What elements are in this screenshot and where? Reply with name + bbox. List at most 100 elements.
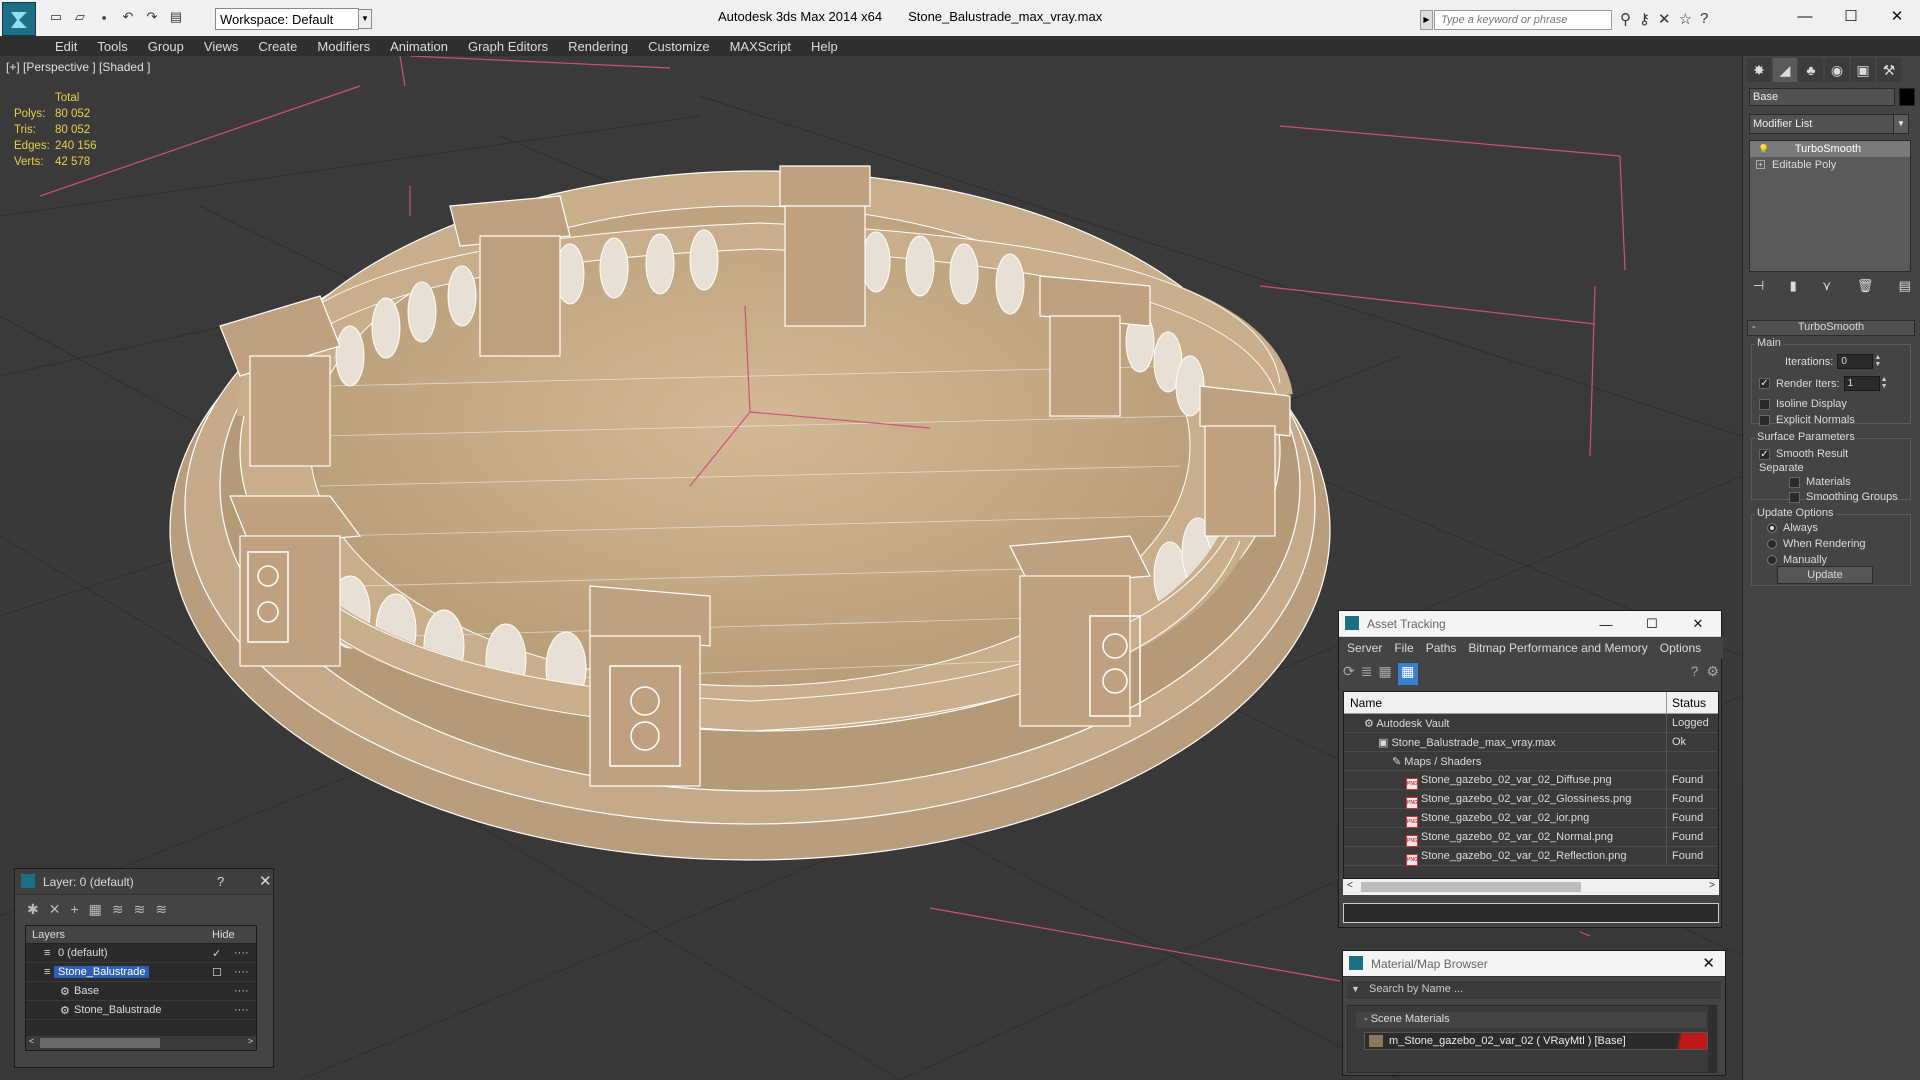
create-tab-icon[interactable]: ✸ [1747,58,1771,82]
make-unique-icon[interactable]: ⋎ [1822,278,1832,300]
scroll-left-icon[interactable]: < [1347,880,1353,891]
refresh-icon[interactable]: ⟳ [1343,663,1355,685]
layer-scrollbar[interactable]: < > [26,1036,256,1050]
table-view-icon[interactable]: ▦ [1397,663,1418,685]
material-list-scrollbar[interactable] [1708,1006,1716,1072]
remove-modifier-icon[interactable]: 🗑 [1857,278,1874,300]
layer-row[interactable]: ⚙ Stone_Balustrade ···· [26,1001,256,1020]
hide-box-icon[interactable]: ☐ [212,966,222,979]
menu-item-tools[interactable]: Tools [97,39,127,54]
object-name-field[interactable]: Base [1749,88,1895,106]
help-icon[interactable]: ? [1700,10,1708,28]
asset-row[interactable]: PNG Stone_gazebo_02_var_02_Normal.png Foun… [1344,828,1718,847]
select-objects-icon[interactable]: ▦ [89,901,102,918]
smooth-result-checkbox[interactable]: ✓ [1759,448,1770,460]
menu-item-maxscript[interactable]: MAXScript [730,39,791,54]
configure-sets-icon[interactable]: ▤ [1899,278,1911,300]
scroll-left-icon[interactable]: < [29,1036,34,1046]
spinner-arrows-icon[interactable]: ▲ ▼ [1873,354,1882,369]
minimize-icon[interactable]: — [1583,611,1629,637]
scene-materials-group[interactable]: - Scene Materials [1356,1012,1706,1028]
help-icon[interactable]: ? [217,874,224,889]
viewport-label[interactable]: [+] [Perspective ] [Shaded ] [6,60,150,74]
menu-item-graph-editors[interactable]: Graph Editors [468,39,548,54]
scroll-thumb[interactable] [1361,882,1581,892]
asset-row[interactable]: ✎ Maps / Shaders [1344,752,1718,771]
smoothing-groups-checkbox[interactable] [1789,491,1800,503]
asset-path-field[interactable] [1343,903,1719,923]
asset-scrollbar[interactable]: < > [1343,879,1719,895]
isoline-checkbox[interactable] [1759,398,1770,410]
project-folder-icon[interactable]: ▤ [166,8,186,26]
redo-icon[interactable]: ↷ [142,8,162,26]
highlight-layer-icon[interactable]: ≋ [112,901,124,918]
asset-row[interactable]: PNG Stone_gazebo_02_var_02_Diffuse.png Fou… [1344,771,1718,790]
close-icon[interactable]: ✕ [1702,954,1715,972]
scroll-right-icon[interactable]: > [1709,880,1715,891]
asset-menu-bitmap-performance-and-memory[interactable]: Bitmap Performance and Memory [1468,641,1647,659]
list-view-icon[interactable]: ≣ [1361,663,1373,685]
display-tab-icon[interactable]: ▣ [1851,58,1875,82]
expand-icon[interactable]: + [1756,160,1765,169]
render-iters-checkbox[interactable]: ✓ [1759,378,1770,389]
col-hide[interactable]: Hide [212,929,235,941]
update-button[interactable]: Update [1777,566,1873,584]
asset-menu-server[interactable]: Server [1347,641,1382,659]
asset-menu-options[interactable]: Options [1660,641,1701,659]
open-file-icon[interactable]: ▱ [70,8,90,26]
asset-row[interactable]: PNG Stone_gazebo_02_var_02_Glossiness.png… [1344,790,1718,809]
keyword-search-input[interactable]: Type a keyword or phrase [1434,10,1612,30]
key-icon[interactable]: ⚷ [1639,10,1650,28]
asset-tracking-header[interactable]: Asset Tracking — ☐ ✕ [1339,611,1721,637]
new-file-icon[interactable]: ▭ [46,8,66,26]
freeze-dots-icon[interactable]: ···· [234,985,249,997]
lightbulb-icon[interactable]: 💡 [1758,144,1769,155]
layer-row[interactable]: ≡ Stone_Balustrade ☐ ···· [26,963,256,982]
new-layer-icon[interactable]: ✱ [27,901,39,918]
motion-tab-icon[interactable]: ◉ [1825,58,1849,82]
app-logo-icon[interactable] [2,2,36,36]
chevron-down-icon[interactable]: ▼ [1893,114,1909,134]
iterations-spinner[interactable]: 0 [1837,354,1874,369]
save-icon[interactable]: ▪ [94,8,114,26]
col-status[interactable]: Status [1672,696,1706,710]
menu-item-modifiers[interactable]: Modifiers [317,39,370,54]
maximize-icon[interactable]: ☐ [1828,0,1874,32]
manually-radio[interactable] [1767,555,1777,565]
layer-row[interactable]: ⚙ Base ···· [26,982,256,1001]
freeze-all-icon[interactable]: ≋ [155,901,167,918]
delete-layer-icon[interactable]: ✕ [49,901,61,918]
asset-row[interactable]: PNG Stone_gazebo_02_var_02_ior.png Found [1344,809,1718,828]
menu-item-customize[interactable]: Customize [648,39,709,54]
thumbnail-view-icon[interactable]: ▦ [1378,663,1391,685]
object-color-swatch[interactable] [1899,88,1915,106]
turbosmooth-rollout-header[interactable]: - TurboSmooth [1747,320,1915,336]
freeze-dots-icon[interactable]: ···· [234,947,249,959]
hide-all-icon[interactable]: ≋ [134,901,146,918]
scroll-right-icon[interactable]: > [248,1036,253,1046]
settings-icon[interactable]: ⚙ [1706,663,1719,685]
col-name[interactable]: Name [1350,696,1382,710]
layer-row[interactable]: ≡ 0 (default) ✓ ···· [26,944,256,963]
menu-item-group[interactable]: Group [148,39,184,54]
menu-item-rendering[interactable]: Rendering [568,39,628,54]
modifier-list-dropdown[interactable]: Modifier List ▼ [1749,114,1909,134]
menu-item-help[interactable]: Help [811,39,838,54]
stack-item-editable-poly[interactable]: + Editable Poly [1750,157,1910,173]
material-browser-header[interactable]: Material/Map Browser ✕ [1343,951,1725,977]
show-end-result-icon[interactable]: ▮ [1790,278,1797,300]
spinner-arrows-icon[interactable]: ▲ ▼ [1880,376,1889,391]
undo-icon[interactable]: ↶ [118,8,138,26]
stack-item-turbosmooth[interactable]: 💡 TurboSmooth [1750,141,1910,157]
close-icon[interactable]: ✕ [1675,611,1721,637]
asset-row[interactable]: ▣ Stone_Balustrade_max_vray.max Ok [1344,733,1718,752]
freeze-dots-icon[interactable]: ···· [234,1004,249,1016]
material-item[interactable]: m_Stone_gazebo_02_var_02 ( VRayMtl ) [Ba… [1364,1032,1708,1050]
asset-menu-file[interactable]: File [1394,641,1413,659]
options-arrow-icon[interactable]: ▼ [1351,984,1360,994]
material-search-input[interactable]: ▼ Search by Name ... [1347,981,1721,999]
help-icon[interactable]: ? [1691,663,1699,685]
asset-row[interactable]: PNG Stone_gazebo_02_var_02_Reflection.png… [1344,847,1718,866]
col-layers[interactable]: Layers [32,929,65,941]
layer-window-header[interactable]: Layer: 0 (default) ? ✕ [15,869,273,895]
